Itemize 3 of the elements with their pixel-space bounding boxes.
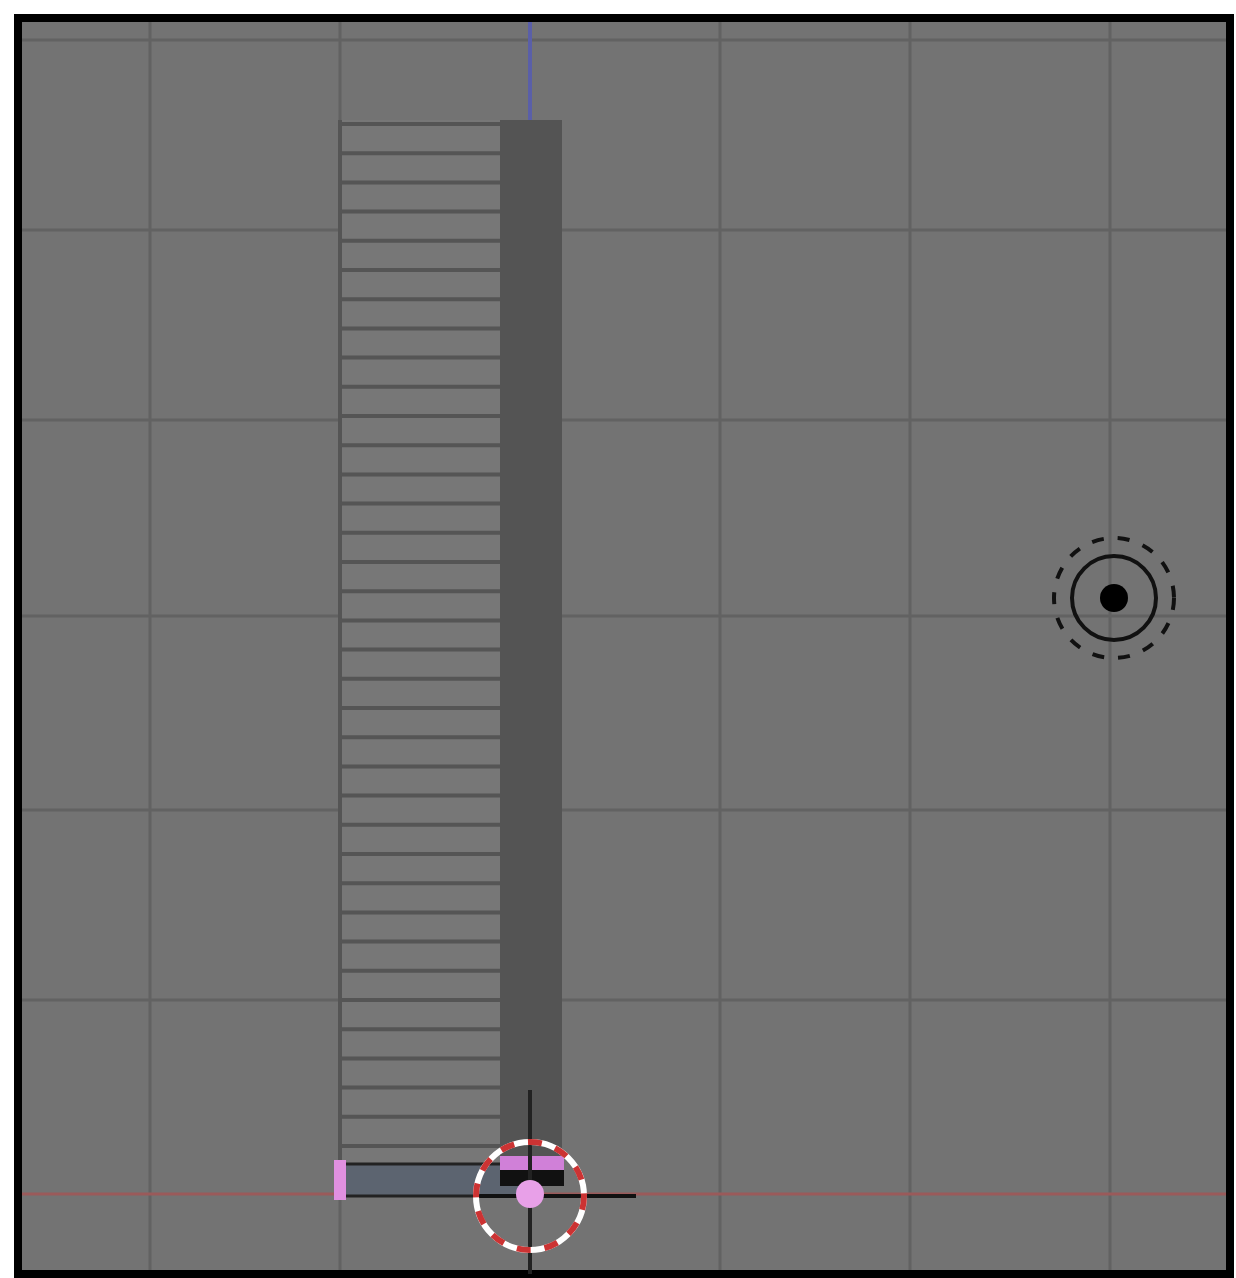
3d-cursor-icon[interactable] — [473, 1090, 636, 1274]
z-axis-line — [528, 22, 532, 124]
lamp-icon[interactable] — [1052, 536, 1176, 660]
